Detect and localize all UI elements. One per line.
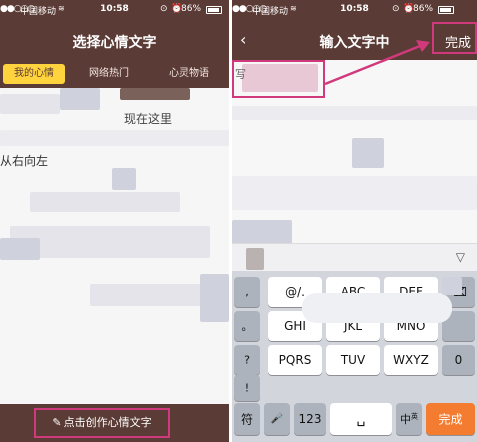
key-period[interactable]: 。 <box>234 311 260 341</box>
key-wxyz[interactable]: WXYZ <box>384 345 438 375</box>
key-tuv[interactable]: TUV <box>326 345 380 375</box>
blurred-region <box>232 220 292 244</box>
right-screen: ‹ 输入文字中 完成 ●●○○○ 中国移动 ≋ 10:58 ⊙ ⏰ 86% 写 … <box>232 0 477 442</box>
blurred-region <box>200 274 229 322</box>
page-title: 选择心情文字 <box>72 35 157 51</box>
tab-network-hot[interactable]: 网络热门 <box>78 64 140 84</box>
key-exclaim[interactable]: ! <box>234 375 260 401</box>
battery-percent: 86% <box>181 4 202 14</box>
blurred-region <box>0 238 40 260</box>
left-screen: 选择心情文字 ●●○○○ 中国移动 ≋ 10:58 ⊙ ⏰ 86% 我的心情 网… <box>0 0 229 442</box>
blurred-region <box>302 293 452 323</box>
create-mood-text-button[interactable]: ✎ 点击创作心情文字 <box>34 408 170 438</box>
blurred-region <box>442 277 462 295</box>
list-item[interactable]: 从右向左 <box>0 152 48 169</box>
enter-done-key[interactable]: 完成 <box>426 403 475 435</box>
blurred-region <box>0 130 229 146</box>
blurred-region <box>10 226 210 258</box>
microphone-icon[interactable]: 🎤 <box>264 403 290 435</box>
keyboard: , 。 ? ! @/. ABC DEF ⌫ GHI JKL MNO PQRS T… <box>232 271 477 442</box>
blurred-region <box>120 88 190 100</box>
collapse-keyboard-icon[interactable]: ▽ <box>456 250 465 264</box>
list-item[interactable]: 现在这里 <box>124 110 172 127</box>
create-button-label: 点击创作心情文字 <box>63 416 152 429</box>
edit-icon: ✎ <box>52 416 62 429</box>
key-comma[interactable]: , <box>234 277 260 307</box>
blurred-region <box>112 168 136 190</box>
key-numbers[interactable]: 123 <box>294 403 326 435</box>
bottom-bar: ✎ 点击创作心情文字 <box>0 404 229 442</box>
blurred-region <box>232 176 477 210</box>
space-key[interactable]: ␣ <box>330 403 392 435</box>
language-switch-key[interactable]: 中英 <box>396 403 422 435</box>
key-zero[interactable]: 0 <box>442 345 475 375</box>
blurred-region <box>246 248 264 270</box>
lock-icon: ⊙ <box>160 4 168 14</box>
blurred-region <box>0 94 60 114</box>
tab-soul-words[interactable]: 心灵物语 <box>153 64 225 84</box>
candidate-bar: ▽ <box>232 243 477 271</box>
key-question[interactable]: ? <box>234 345 260 375</box>
mood-list: 现在这里 从右向左 <box>0 88 229 404</box>
arrow-annotation <box>324 40 430 86</box>
tab-my-mood[interactable]: 我的心情 <box>3 64 65 84</box>
blurred-region <box>352 138 384 168</box>
key-pqrs[interactable]: PQRS <box>268 345 322 375</box>
blurred-region <box>60 88 100 110</box>
blurred-region <box>30 192 180 212</box>
battery-icon <box>206 6 222 14</box>
status-bar: ●●○○○ 中国移动 ≋ 10:58 ⊙ ⏰ 86% <box>0 0 229 20</box>
key-symbols-panel[interactable]: 符 <box>234 403 260 435</box>
tab-bar: 我的心情 网络热门 心灵物语 <box>0 60 229 88</box>
